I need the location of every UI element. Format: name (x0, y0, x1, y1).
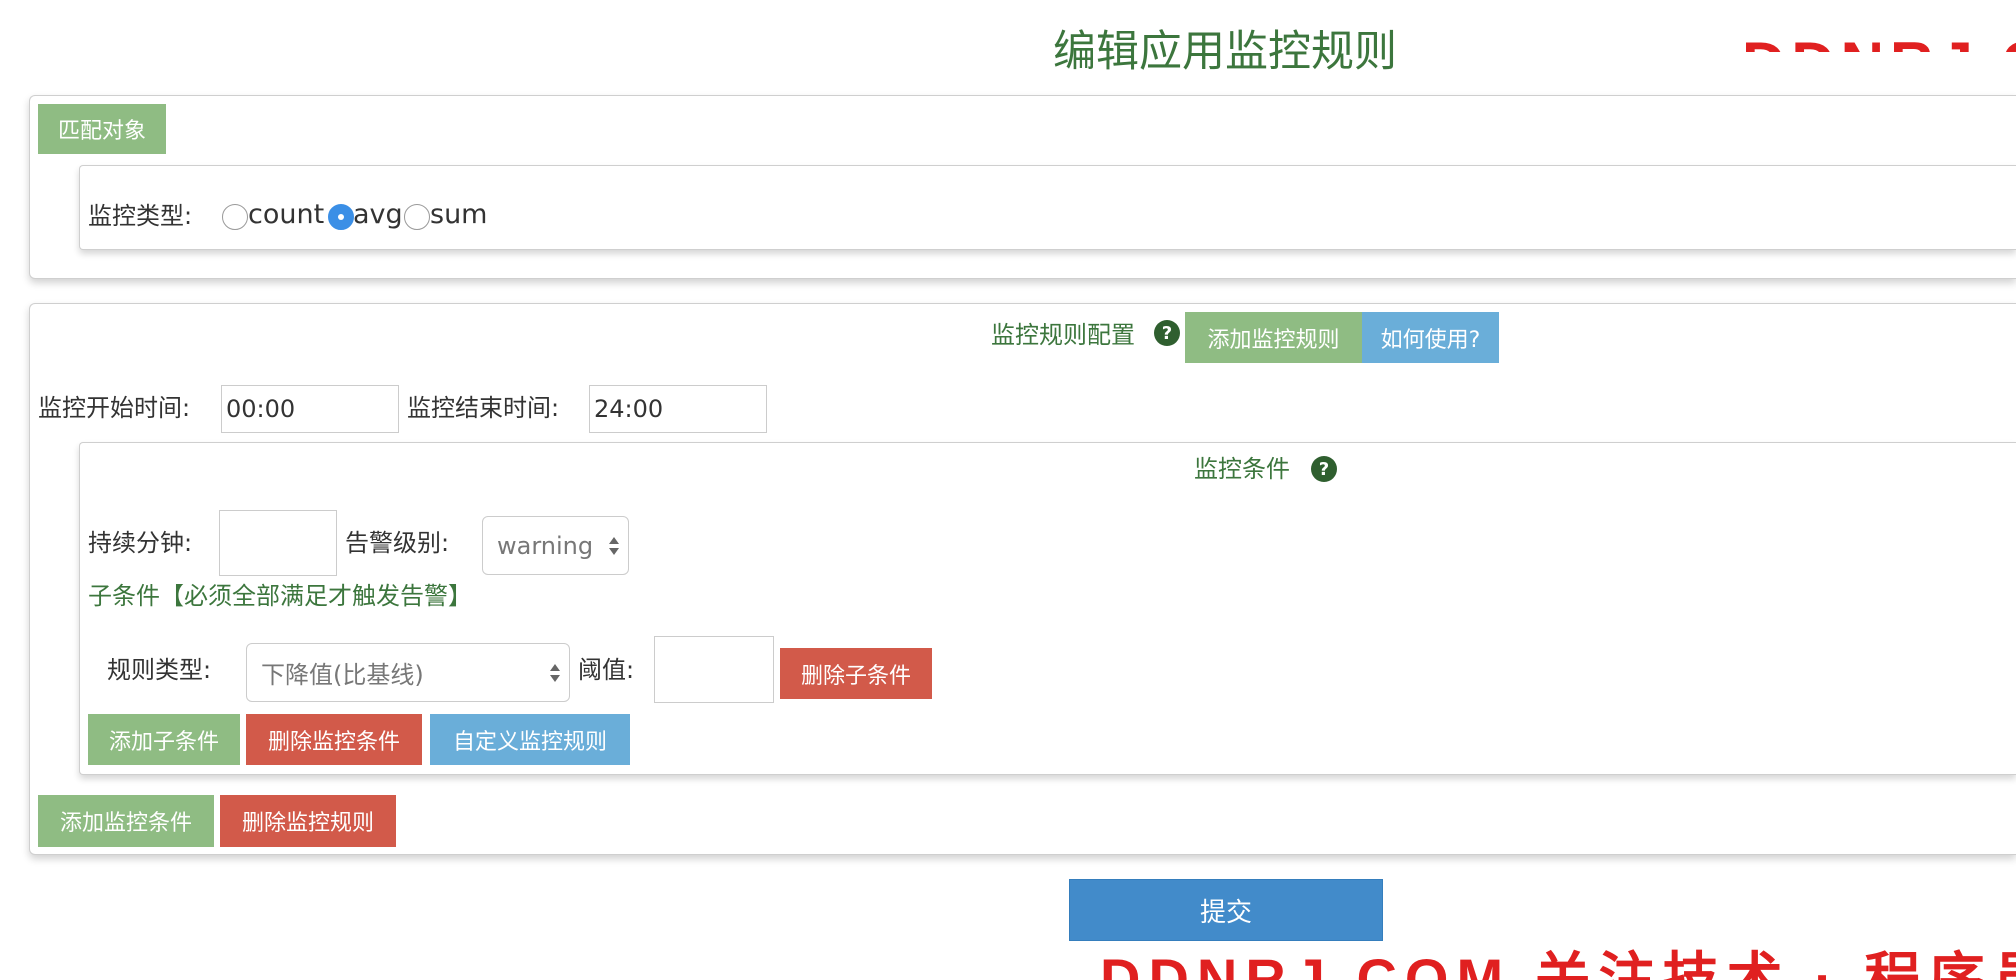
sub-condition-title: 子条件【必须全部满足才触发告警】 (88, 582, 472, 610)
custom-rule-button[interactable]: 自定义监控规则 (430, 714, 630, 765)
radio-count[interactable] (222, 204, 248, 230)
page-title: 编辑应用监控规则 (1053, 27, 1397, 77)
add-sub-condition-button[interactable]: 添加子条件 (88, 714, 240, 765)
duration-label: 持续分钟: (88, 529, 193, 557)
rule-type-select[interactable]: 下降值(比基线) (246, 643, 570, 702)
rule-config-help-icon[interactable]: ? (1154, 320, 1180, 346)
watermark-bottom: DDNRJ.COM 关注技术 · 程序员编程资料站 (1100, 947, 2016, 980)
radio-avg-label[interactable]: avg (353, 200, 403, 230)
start-time-input[interactable] (221, 385, 399, 433)
monitor-condition-header: 监控条件 (1194, 455, 1290, 483)
how-to-use-button[interactable]: 如何使用? (1362, 312, 1499, 363)
radio-count-label[interactable]: count (248, 200, 324, 230)
select-arrows-icon (609, 536, 619, 555)
match-object-button[interactable]: 匹配对象 (38, 104, 166, 154)
select-arrows-icon (550, 663, 560, 682)
threshold-input[interactable] (654, 636, 774, 703)
end-time-input[interactable] (589, 385, 767, 433)
duration-input[interactable] (219, 510, 337, 576)
rule-type-label: 规则类型: (107, 656, 212, 684)
end-time-label: 监控结束时间: (407, 394, 560, 422)
alert-level-value: warning (497, 531, 594, 560)
delete-sub-condition-button[interactable]: 删除子条件 (780, 648, 932, 699)
add-rule-button[interactable]: 添加监控规则 (1185, 312, 1362, 363)
rule-type-value: 下降值(比基线) (261, 661, 424, 689)
radio-sum[interactable] (404, 204, 430, 230)
delete-condition-button[interactable]: 删除监控条件 (246, 714, 422, 765)
watermark-top: DDNRJ.COM (1742, 14, 2016, 52)
delete-rule-button[interactable]: 删除监控规则 (220, 795, 396, 847)
alert-level-select[interactable]: warning (482, 516, 629, 575)
radio-avg[interactable] (328, 204, 354, 230)
threshold-label: 阈值: (578, 656, 635, 684)
monitor-condition-help-icon[interactable]: ? (1311, 456, 1337, 482)
monitor-type-label: 监控类型: (88, 202, 193, 230)
start-time-label: 监控开始时间: (38, 394, 191, 422)
rule-config-header: 监控规则配置 (991, 321, 1135, 349)
alert-level-label: 告警级别: (345, 529, 450, 557)
radio-sum-label[interactable]: sum (430, 200, 487, 230)
add-condition-button[interactable]: 添加监控条件 (38, 795, 214, 847)
